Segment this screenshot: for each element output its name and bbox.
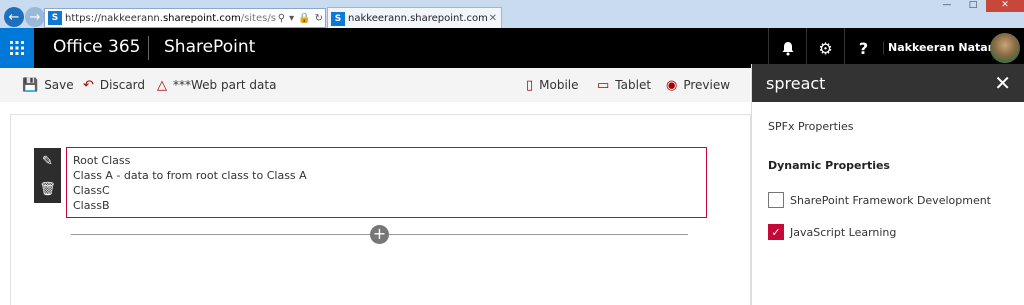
undo-icon: ↶ [83, 77, 94, 93]
dropdown-icon[interactable]: ▾ [287, 13, 296, 24]
app-launcher-icon[interactable] [0, 28, 34, 68]
save-icon: 💾 [22, 77, 39, 93]
checkbox-sharepoint-framework[interactable]: SharePoint Framework Development [768, 192, 991, 208]
tab-label: nakkeerann.sharepoint.com [348, 13, 488, 24]
tablet-icon: ▭ [597, 77, 610, 93]
spfx-properties-label: SPFx Properties [768, 120, 854, 133]
property-pane-title: spreact [766, 74, 826, 93]
lock-icon: 🔒 [298, 12, 311, 24]
maximize-button[interactable]: □ [960, 0, 986, 12]
discard-button[interactable]: ↶ Discard [83, 68, 145, 102]
minimize-button[interactable]: — [934, 0, 960, 12]
sharepoint-favicon-icon: S [331, 11, 345, 26]
back-button[interactable]: ← [4, 7, 24, 27]
close-window-button[interactable]: ✕ [986, 0, 1024, 12]
warning-triangle-icon: △ [157, 77, 167, 93]
property-pane-header: spreact ✕ [752, 64, 1024, 102]
edit-pencil-icon[interactable]: ✎ [42, 154, 53, 169]
browser-tab[interactable]: S nakkeerann.sharepoint.com ✕ [327, 7, 502, 29]
notifications-bell-icon[interactable] [768, 28, 806, 68]
url-text: https://nakkeerann.sharepoint.com/sites/… [65, 12, 276, 24]
webpart-toolbar: ✎ 🗑 [34, 148, 61, 203]
tablet-preview-button[interactable]: ▭ Tablet [597, 68, 651, 102]
search-icon[interactable]: ⚲ [276, 13, 287, 24]
close-tab-icon[interactable]: ✕ [489, 13, 497, 24]
mobile-icon: ▯ [526, 77, 534, 93]
webpart-data-button[interactable]: △ ***Web part data [157, 68, 276, 102]
webpart-line: Class A - data to from root class to Cla… [73, 169, 307, 182]
checkbox-checked-icon[interactable]: ✓ [768, 224, 784, 240]
delete-trash-icon[interactable]: 🗑 [39, 182, 56, 197]
add-webpart-plus-icon[interactable]: + [370, 225, 389, 244]
eye-icon: ◉ [666, 77, 678, 93]
webpart-line: ClassC [73, 184, 110, 197]
webpart-line: ClassB [73, 199, 110, 212]
help-icon[interactable]: ? [844, 28, 882, 68]
settings-gear-icon[interactable]: ⚙ [806, 28, 844, 68]
app-title[interactable]: SharePoint [164, 37, 255, 57]
checkbox-javascript-learning[interactable]: ✓ JavaScript Learning [768, 224, 896, 240]
avatar[interactable] [990, 33, 1020, 63]
mobile-preview-button[interactable]: ▯ Mobile [526, 68, 579, 102]
window-controls: — □ ✕ [934, 0, 1024, 12]
webpart-line: Root Class [73, 154, 131, 167]
save-button[interactable]: 💾 Save [22, 68, 74, 102]
property-pane: spreact ✕ SPFx Properties Dynamic Proper… [751, 64, 1024, 305]
checkbox-icon[interactable] [768, 192, 784, 208]
refresh-icon[interactable]: ↻ [313, 13, 325, 24]
close-icon[interactable]: ✕ [994, 71, 1011, 95]
forward-button[interactable]: → [25, 7, 45, 27]
preview-button[interactable]: ◉ Preview [666, 68, 730, 102]
divider [148, 36, 149, 60]
address-bar[interactable]: S https://nakkeerann.sharepoint.com/site… [44, 8, 326, 28]
dynamic-properties-heading: Dynamic Properties [768, 159, 890, 172]
suite-bar: Office 365 SharePoint ⚙ ? Nakkeeran Nata… [0, 28, 1024, 68]
sharepoint-favicon-icon: S [48, 11, 62, 25]
command-bar: 💾 Save ↶ Discard △ ***Web part data ▯ Mobile… [0, 68, 750, 102]
webpart-content[interactable]: Root Class Class A - data to from root c… [66, 147, 707, 218]
user-name[interactable]: Nakkeeran Natar... [883, 41, 1004, 55]
brand-title[interactable]: Office 365 [53, 37, 140, 57]
